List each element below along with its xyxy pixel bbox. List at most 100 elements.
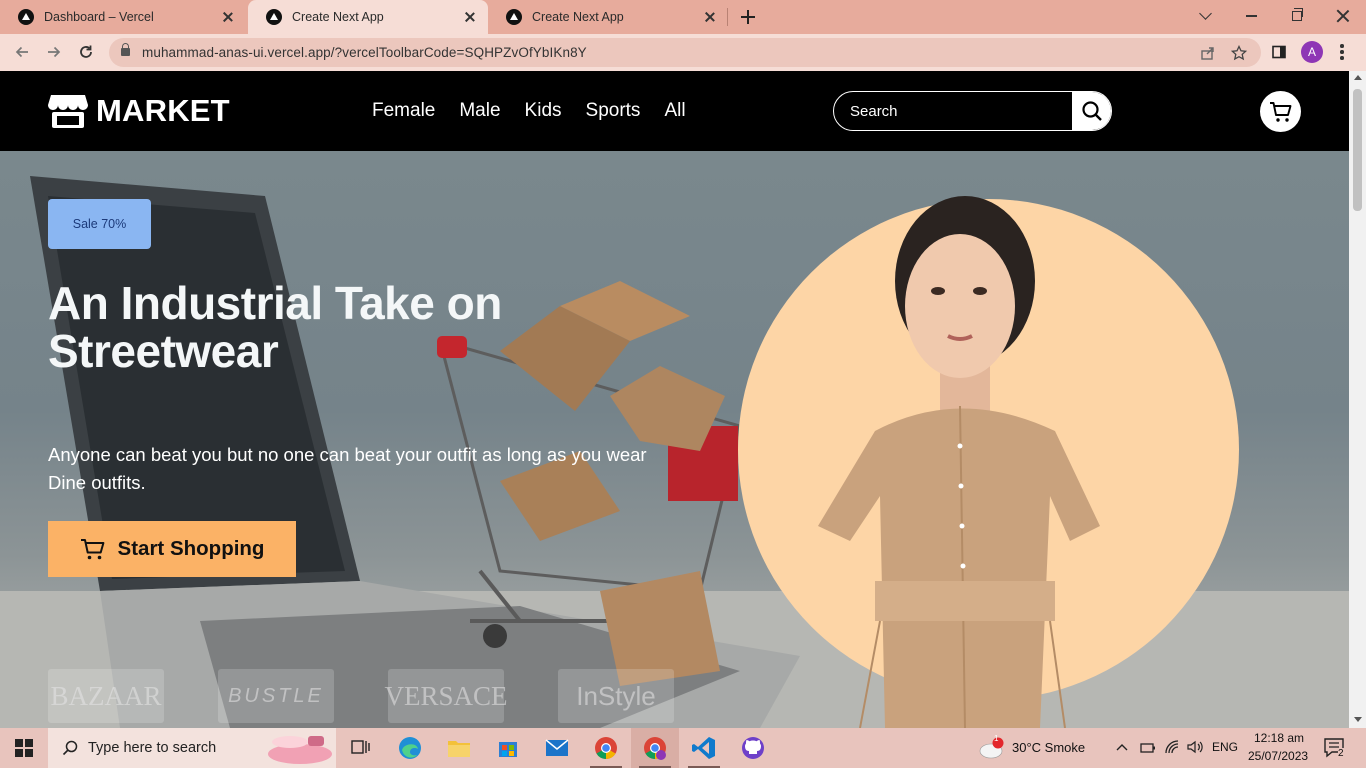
shopping-cart-icon (1269, 101, 1291, 122)
tab-title: Dashboard – Vercel (44, 10, 154, 24)
reload-button[interactable] (72, 38, 100, 66)
task-view-button[interactable] (336, 728, 384, 768)
start-shopping-button[interactable]: Start Shopping (48, 521, 296, 577)
profile-avatar[interactable]: A (1301, 41, 1323, 63)
clock-time[interactable]: 12:18 am (1254, 731, 1304, 745)
taskbar-app-file-explorer[interactable] (435, 728, 483, 768)
site-logo[interactable]: MARKET (48, 93, 230, 129)
store-logo-icon (48, 95, 88, 128)
url-text[interactable]: muhammad-anas-ui.vercel.app/?vercelToolb… (142, 45, 587, 60)
taskbar-app-chrome-profile-1[interactable] (582, 728, 630, 768)
minimize-icon (1245, 15, 1257, 17)
taskbar-app-edge[interactable] (386, 728, 434, 768)
windows-taskbar: Type here to search 1 30°C Smoke ENG 12:… (0, 728, 1366, 768)
store-icon (499, 742, 517, 757)
nav-link-kids[interactable]: Kids (525, 100, 562, 122)
site-search (833, 91, 1112, 131)
nav-link-all[interactable]: All (664, 100, 685, 122)
page-scrollbar[interactable] (1349, 71, 1366, 728)
browser-menu-icon[interactable] (1340, 44, 1344, 60)
weather-text[interactable]: 30°C Smoke (1012, 740, 1085, 755)
side-panel-icon (1272, 45, 1286, 59)
taskbar-app-store[interactable] (484, 728, 532, 768)
side-panel-button[interactable] (1265, 38, 1293, 66)
weather-alert-badge: 1 (994, 734, 999, 743)
brand-logo-versace: VERSACE (384, 669, 508, 723)
battery-icon[interactable] (1140, 740, 1156, 756)
tab-title: Create Next App (292, 10, 384, 24)
folder-icon (448, 741, 470, 757)
back-button[interactable] (8, 38, 36, 66)
share-icon[interactable] (1199, 44, 1217, 62)
address-bar[interactable]: muhammad-anas-ui.vercel.app/?vercelToolb… (109, 38, 1261, 67)
nav-link-male[interactable]: Male (459, 100, 500, 122)
notification-count: 2 (1338, 748, 1344, 759)
mail-icon (545, 739, 569, 756)
clock-date[interactable]: 25/07/2023 (1248, 749, 1308, 763)
search-button[interactable] (1072, 92, 1111, 130)
hero-section: Sale 70% An Industrial Take on Streetwea… (0, 151, 1349, 728)
browser-toolbar: muhammad-anas-ui.vercel.app/?vercelToolb… (0, 34, 1366, 71)
chrome-icon (644, 737, 666, 760)
reload-icon (80, 45, 92, 58)
cta-label: Start Shopping (117, 537, 265, 560)
scroll-thumb[interactable] (1353, 89, 1362, 211)
tab-dashboard-vercel[interactable]: Dashboard – Vercel (0, 0, 246, 34)
weather-cloud-icon[interactable] (978, 737, 1006, 759)
vercel-favicon-icon (266, 9, 282, 25)
taskbar-search-placeholder: Type here to search (88, 740, 217, 756)
tab-search-button[interactable] (1182, 0, 1228, 32)
new-tab-button[interactable] (738, 7, 758, 27)
input-language[interactable]: ENG (1212, 740, 1238, 754)
vercel-favicon-icon (506, 9, 522, 25)
github-icon (742, 737, 764, 759)
chrome-icon (595, 737, 617, 759)
logo-text: MARKET (96, 93, 230, 128)
brand-logo-instyle: InStyle (558, 669, 674, 723)
vscode-icon (692, 737, 715, 759)
brand-logo-bustle: BUSTLE (218, 669, 334, 723)
bookmark-star-icon[interactable] (1230, 44, 1248, 62)
close-tab-icon[interactable] (702, 9, 718, 25)
volume-icon[interactable] (1186, 739, 1204, 755)
taskbar-app-vscode[interactable] (680, 728, 728, 768)
scroll-down-arrow-icon[interactable] (1354, 717, 1362, 722)
taskbar-app-github-desktop[interactable] (729, 728, 777, 768)
tab-separator (727, 8, 728, 26)
back-arrow-icon (15, 46, 28, 58)
close-icon (1336, 9, 1350, 23)
restore-icon (1292, 8, 1303, 21)
tab-create-next-app-active[interactable]: Create Next App (248, 0, 488, 34)
chevron-down-icon (1198, 7, 1212, 20)
site-header: MARKET Female Male Kids Sports All (0, 71, 1349, 151)
tab-create-next-app[interactable]: Create Next App (488, 0, 728, 34)
task-view-icon (351, 740, 370, 754)
search-highlight-illustration-icon (268, 736, 332, 764)
close-window-button[interactable] (1320, 0, 1366, 32)
forward-button[interactable] (40, 38, 68, 66)
main-nav: Female Male Kids Sports All (372, 100, 686, 122)
taskbar-search[interactable]: Type here to search (48, 728, 336, 768)
page-viewport: MARKET Female Male Kids Sports All Searc… (0, 71, 1349, 728)
taskbar-app-chrome-profile-2[interactable] (631, 728, 679, 768)
wifi-icon[interactable] (1164, 739, 1180, 755)
minimize-button[interactable] (1228, 0, 1274, 32)
hero-subtext: Anyone can beat you but no one can beat … (48, 444, 647, 493)
close-tab-icon[interactable] (220, 9, 236, 25)
restore-button[interactable] (1274, 0, 1320, 32)
cart-button[interactable] (1260, 91, 1301, 132)
forward-arrow-icon (48, 46, 61, 58)
nav-link-female[interactable]: Female (372, 100, 435, 122)
start-button[interactable] (0, 728, 48, 768)
taskbar-app-mail[interactable] (533, 728, 581, 768)
model-photo (818, 196, 1100, 728)
browser-tab-strip: Dashboard – Vercel Create Next App Creat… (0, 0, 1366, 34)
scroll-up-arrow-icon[interactable] (1354, 75, 1362, 80)
search-icon (1081, 101, 1102, 121)
close-tab-icon[interactable] (462, 9, 478, 25)
nav-link-sports[interactable]: Sports (586, 100, 641, 122)
sale-badge: Sale 70% (48, 199, 151, 249)
chevron-up-icon[interactable] (1116, 743, 1128, 751)
search-input[interactable] (834, 92, 1074, 130)
vercel-favicon-icon (18, 9, 34, 25)
